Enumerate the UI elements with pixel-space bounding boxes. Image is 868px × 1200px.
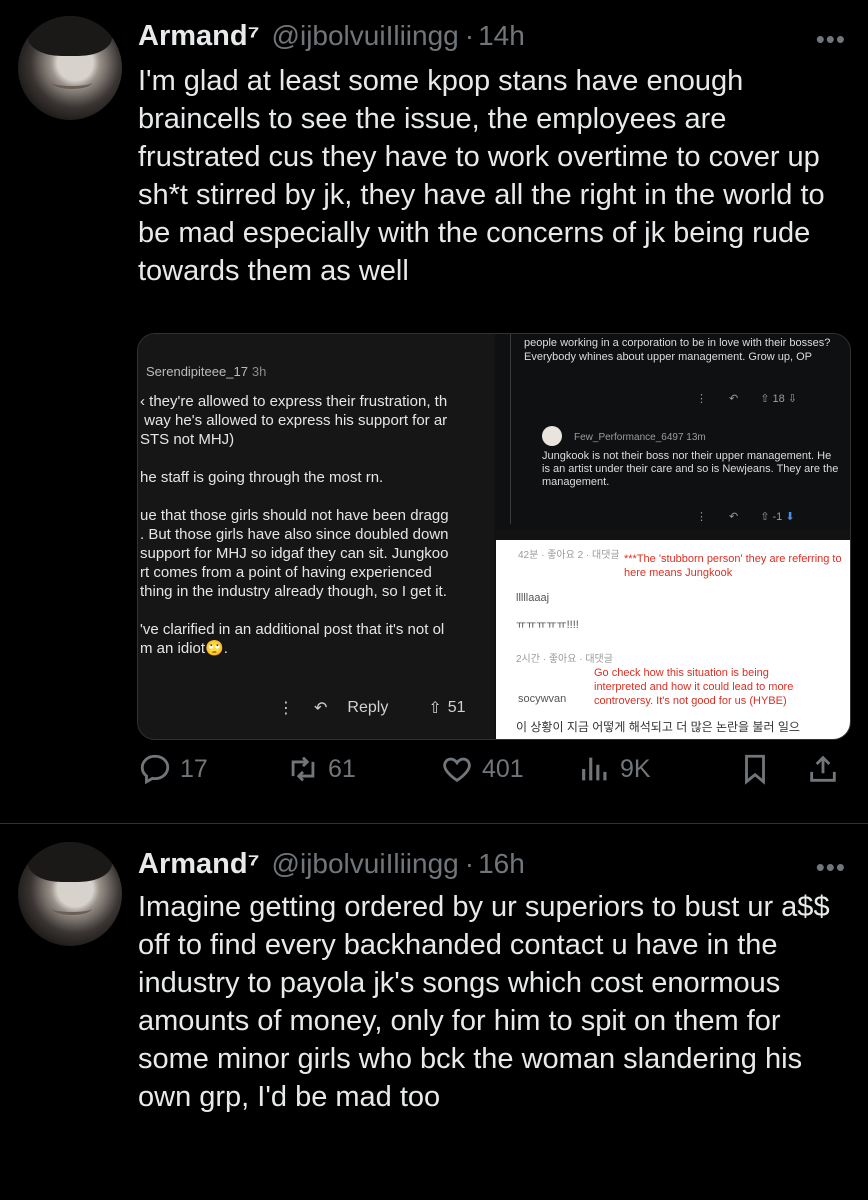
forum-comment-1: lllllaaaj xyxy=(516,592,550,604)
tweet-divider xyxy=(0,823,868,824)
thread-comment-1: people working in a corporation to be in… xyxy=(524,337,831,363)
thread-actions-2: ⋮ ↶ ⇧ -1 ⬇ xyxy=(696,510,795,523)
views-icon xyxy=(582,757,607,781)
more-options-icon[interactable]: ••• xyxy=(816,852,846,883)
reply-count: 17 xyxy=(180,754,208,783)
share-icon xyxy=(810,755,836,782)
tweet-media[interactable]: Serendipiteee_17 3h ‹ they're allowed to … xyxy=(137,333,851,740)
display-name[interactable]: Armand⁷ xyxy=(138,20,260,53)
forum-meta-2: 2시간 · 좋아요 · 대댓글 xyxy=(516,654,613,665)
screenshot-reddit-thread: people working in a corporation to be in… xyxy=(496,334,850,530)
tweet-text: I'm glad at least some kpop stans have e… xyxy=(138,65,833,287)
retweet-icon xyxy=(291,756,315,782)
tweet-text: Imagine getting ordered by ur superiors … xyxy=(138,891,838,1113)
screenshot-reddit-comment: Serendipiteee_17 3h ‹ they're allowed to … xyxy=(138,334,494,739)
like-button[interactable]: 401 xyxy=(440,752,524,786)
share-button[interactable] xyxy=(806,752,840,786)
comment-user: Serendipiteee_17 3h xyxy=(146,364,267,379)
timestamp[interactable]: 14h xyxy=(478,20,525,52)
comment-text: ‹ they're allowed to express their frust… xyxy=(140,393,449,657)
reply-icon xyxy=(140,754,170,785)
user-handle[interactable]: @ijbolvuiIliingg xyxy=(272,848,459,880)
translation-note-2: Go check how this situation is being int… xyxy=(594,667,794,707)
thread-comment-2: Jungkook is not their boss nor their upp… xyxy=(542,450,839,488)
heart-icon xyxy=(443,757,471,783)
avatar[interactable] xyxy=(18,842,122,946)
reply-icon: ↶ xyxy=(314,700,328,717)
reply-icon: ↶ xyxy=(729,393,739,405)
tweet-header: Armand⁷ @ijbolvuiIliingg · 16h xyxy=(138,848,525,881)
tweet-header: Armand⁷ @ijbolvuiIliingg · 14h xyxy=(138,20,525,53)
screenshot-korean-forum: 42분 · 좋아요 2 · 대댓글 ***The 'stubborn perso… xyxy=(496,540,850,739)
views-count: 9K xyxy=(620,754,651,783)
retweet-button[interactable]: 61 xyxy=(286,752,356,786)
more-icon: ⋮ xyxy=(696,511,707,523)
upvote-icon: ⇧ 18 ⇩ xyxy=(760,393,798,405)
reply-label: Reply xyxy=(347,699,389,716)
more-icon: ⋮ xyxy=(696,393,707,405)
thread-actions-1: ⋮ ↶ ⇧ 18 ⇩ xyxy=(696,392,797,405)
bookmark-icon xyxy=(745,754,765,785)
thread-user-2: Few_Performance_6497 13m xyxy=(574,432,706,443)
reply-icon: ↶ xyxy=(729,511,739,523)
upvote-icon: ⇧ -1 ⬇ xyxy=(760,511,795,523)
bookmark-button[interactable] xyxy=(738,752,772,786)
reply-button[interactable]: 17 xyxy=(138,752,208,786)
avatar[interactable] xyxy=(18,16,122,120)
forum-user: socywvan xyxy=(518,693,567,705)
more-options-icon[interactable]: ••• xyxy=(816,24,846,55)
retweet-count: 61 xyxy=(328,754,356,783)
thread-line xyxy=(510,334,511,524)
user-handle[interactable]: @ijbolvuiIliingg xyxy=(272,20,459,52)
timestamp[interactable]: 16h xyxy=(478,848,525,880)
views-button[interactable]: 9K xyxy=(578,752,651,786)
translation-note-1: ***The 'stubborn person' they are referr… xyxy=(624,553,842,579)
separator: · xyxy=(464,848,475,879)
forum-comment-2: ㅠㅠㅠㅠㅠ!!!! xyxy=(516,619,579,631)
more-icon: ⋮ xyxy=(278,700,294,717)
separator: · xyxy=(464,20,475,51)
forum-korean-text: 이 상황이 지금 어떻게 해석되고 더 많은 논란을 불러 일으 xyxy=(516,720,800,734)
tweet-action-bar: 17 61 401 9K xyxy=(0,752,868,796)
display-name[interactable]: Armand⁷ xyxy=(138,848,260,881)
forum-meta-1: 42분 · 좋아요 2 · 대댓글 xyxy=(518,550,620,561)
reddit-avatar-icon xyxy=(542,426,562,446)
vote-count: 51 xyxy=(447,699,466,716)
comment-actions: ⋮ ↶ Reply ⇧ 51 xyxy=(278,698,466,718)
like-count: 401 xyxy=(482,754,524,783)
upvote-icon: ⇧ xyxy=(428,700,442,717)
